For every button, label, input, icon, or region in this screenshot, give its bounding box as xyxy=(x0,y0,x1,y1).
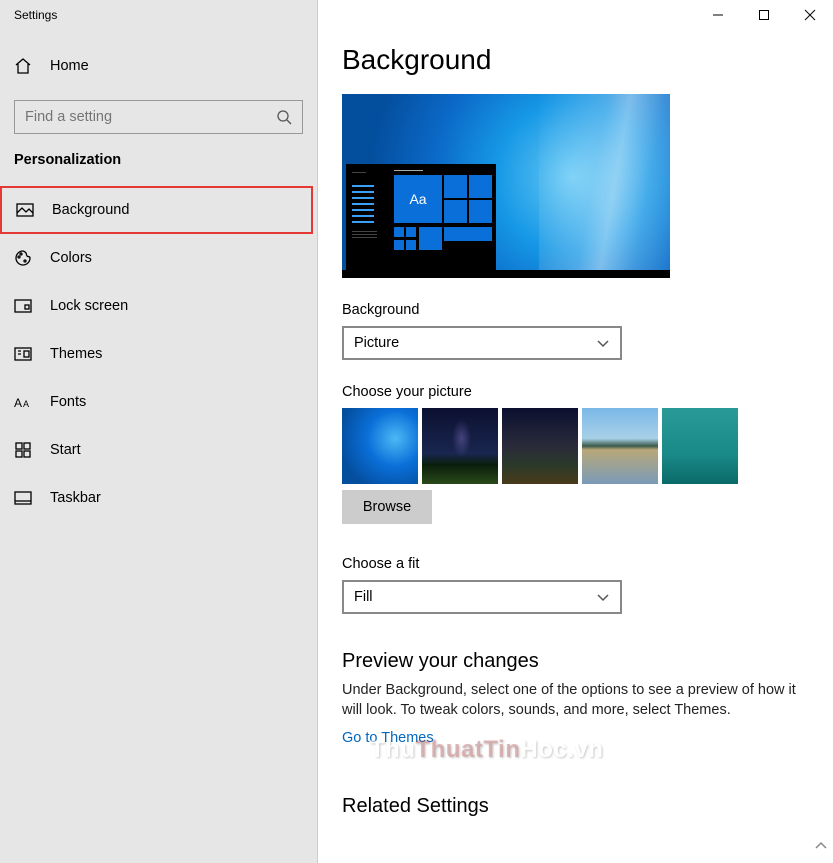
category-header: Personalization xyxy=(0,152,317,186)
picture-thumb-5[interactable] xyxy=(662,408,738,484)
maximize-button[interactable] xyxy=(741,0,787,30)
home-icon xyxy=(14,57,32,75)
nav-label: Themes xyxy=(50,346,102,362)
chevron-down-icon xyxy=(596,336,610,350)
picture-thumb-3[interactable] xyxy=(502,408,578,484)
palette-icon xyxy=(14,249,32,267)
picture-thumbnails xyxy=(342,408,833,484)
related-settings-heading: Related Settings xyxy=(342,795,833,818)
close-button[interactable] xyxy=(787,0,833,30)
start-icon xyxy=(14,441,32,459)
chevron-down-icon xyxy=(596,590,610,604)
browse-button[interactable]: Browse xyxy=(342,490,432,524)
nav-background[interactable]: Background xyxy=(0,186,313,234)
background-dropdown[interactable]: Picture xyxy=(342,326,622,360)
nav-themes[interactable]: Themes xyxy=(0,330,317,378)
nav-start[interactable]: Start xyxy=(0,426,317,474)
nav-label: Taskbar xyxy=(50,490,101,506)
preview-description: Under Background, select one of the opti… xyxy=(342,681,802,720)
window-title: Settings xyxy=(14,8,57,22)
scroll-up-button[interactable] xyxy=(813,838,829,854)
nav-label: Start xyxy=(50,442,81,458)
page-title: Background xyxy=(342,44,833,76)
go-to-themes-link[interactable]: Go to Themes xyxy=(342,730,434,746)
picture-thumb-2[interactable] xyxy=(422,408,498,484)
home-label: Home xyxy=(50,58,89,74)
dropdown-value: Picture xyxy=(354,335,399,351)
search-icon xyxy=(276,109,292,125)
home-nav[interactable]: Home xyxy=(0,44,317,88)
nav-label: Lock screen xyxy=(50,298,128,314)
minimize-button[interactable] xyxy=(695,0,741,30)
nav-fonts[interactable]: AA Fonts xyxy=(0,378,317,426)
fit-dropdown[interactable]: Fill xyxy=(342,580,622,614)
fit-label: Choose a fit xyxy=(342,556,833,572)
svg-text:A: A xyxy=(23,399,29,409)
nav-label: Fonts xyxy=(50,394,86,410)
background-label: Background xyxy=(342,302,833,318)
content-pane: Background Aa xyxy=(318,0,833,863)
sidebar: Home Personalization Background Colors L… xyxy=(0,0,318,863)
window-controls xyxy=(695,0,833,30)
taskbar-preview xyxy=(342,270,670,278)
desktop-preview: Aa xyxy=(342,94,670,278)
picture-thumb-4[interactable] xyxy=(582,408,658,484)
picture-icon xyxy=(16,201,34,219)
taskbar-icon xyxy=(14,489,32,507)
nav-colors[interactable]: Colors xyxy=(0,234,317,282)
dropdown-value: Fill xyxy=(354,589,373,605)
preview-heading: Preview your changes xyxy=(342,650,833,673)
lockscreen-icon xyxy=(14,297,32,315)
picture-thumb-1[interactable] xyxy=(342,408,418,484)
fonts-icon: AA xyxy=(14,393,32,411)
themes-icon xyxy=(14,345,32,363)
choose-picture-label: Choose your picture xyxy=(342,384,833,400)
nav-taskbar[interactable]: Taskbar xyxy=(0,474,317,522)
nav-label: Background xyxy=(52,202,129,218)
nav-lockscreen[interactable]: Lock screen xyxy=(0,282,317,330)
search-box[interactable] xyxy=(14,100,303,134)
search-input[interactable] xyxy=(25,109,276,125)
nav-label: Colors xyxy=(50,250,92,266)
startmenu-preview: Aa xyxy=(346,164,496,274)
tile-sample: Aa xyxy=(394,175,442,223)
svg-text:A: A xyxy=(14,396,22,409)
wallpaper-light xyxy=(539,94,670,278)
